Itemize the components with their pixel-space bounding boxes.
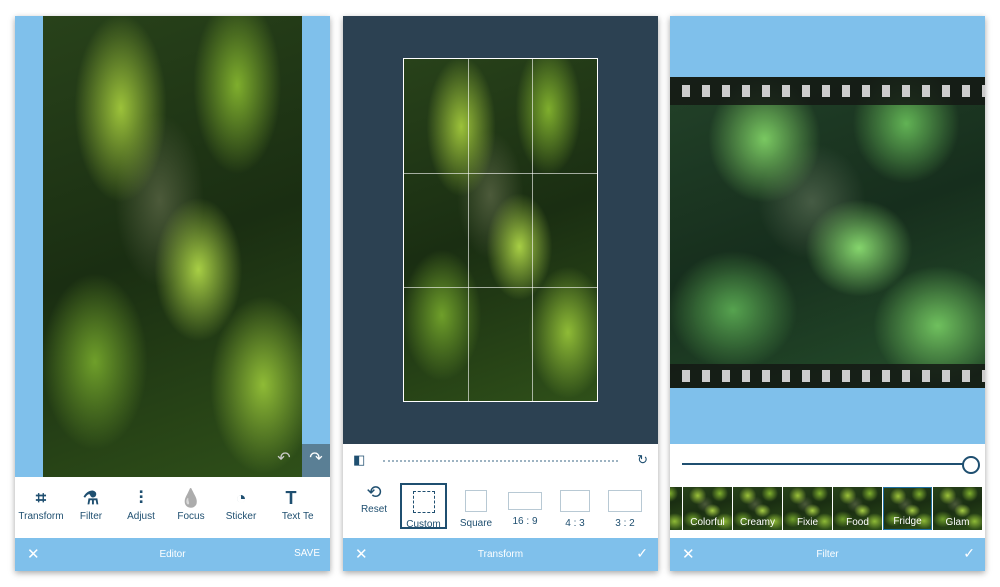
redo-icon[interactable]: ↷ [302,444,330,477]
film-strip-bottom [670,364,985,388]
tool-more[interactable]: Te [303,487,330,522]
filter-label: Colorful [690,517,725,528]
filter-label: Fixie [796,517,819,528]
confirm-icon[interactable]: ✓ [636,545,648,562]
reset-icon: ⟲ [366,482,382,502]
filter-label: Food [846,517,869,528]
ratio-label: Square [459,518,493,529]
filter-thumb[interactable]: Glam [933,487,982,530]
filter-label: Fridge [893,516,922,527]
slider-thumb[interactable] [962,456,980,474]
photo [43,16,302,477]
flip-icon[interactable]: ◧ [353,452,365,468]
editor-screen: ↷ ↶ ⌗ Transform ⚗ Filter ⫶ Adjust 💧 Focus ◔ S… [15,16,330,571]
filter-thumb[interactable]: c [670,487,682,530]
film-strip-top [670,77,985,105]
ratio-label: Custom [406,519,441,530]
transform-screen: ◧ ↻ ⟲ Reset Custom Square 16 : 9 4 : 3 3 … [343,16,658,571]
tool-bar: ⌗ Transform ⚗ Filter ⫶ Adjust 💧 Focus ◔ Stick… [15,477,330,538]
undo-icon[interactable]: ↶ [270,444,298,477]
photo [670,77,985,388]
bottom-bar: ✕ Editor SAVE [15,538,330,571]
filter-label: Glam [945,517,970,528]
filter-screen: c Colorful Creamy Fixie Food Fridge Glam ✕ Fil… [670,16,985,571]
reset-button[interactable]: ⟲ Reset [355,482,393,515]
ratio-3-2[interactable]: 3 : 2 [606,490,644,529]
filter-thumb[interactable]: Creamy [733,487,782,530]
ratio-label: 16 : 9 [512,516,538,527]
ratio-square[interactable]: Square [456,490,496,529]
screen-title: Transform [477,549,524,560]
ratio-16-9[interactable]: 16 : 9 [506,492,544,527]
screen-title: Filter [816,549,839,560]
tool-label: Te [303,511,314,522]
intensity-slider[interactable] [682,463,970,465]
filter-controls: c Colorful Creamy Fixie Food Fridge Glam [670,444,985,538]
crop-frame[interactable] [403,58,598,402]
confirm-icon[interactable]: ✓ [963,545,975,562]
filter-thumb[interactable]: Fridge [883,487,932,530]
filter-thumb[interactable]: Food [833,487,882,530]
filter-label: c [670,517,682,528]
ratio-4-3[interactable]: 4 : 3 [556,490,594,529]
save-button[interactable]: SAVE [294,548,320,559]
ratio-custom[interactable]: Custom [400,483,447,530]
rotation-slider[interactable] [383,460,618,462]
bottom-bar: ✕ Filter ✓ [670,538,985,571]
filter-thumb[interactable]: Colorful [683,487,732,530]
filter-thumb[interactable]: Fixie [783,487,832,530]
ratio-label: Reset [360,504,388,515]
filter-label: Creamy [739,517,775,528]
transform-controls: ◧ ↻ ⟲ Reset Custom Square 16 : 9 4 : 3 3 … [343,444,658,538]
screen-title: Editor [159,549,186,560]
bottom-bar: ✕ Transform ✓ [343,538,658,571]
ratio-label: 4 : 3 [565,518,585,529]
ratio-label: 3 : 2 [615,518,635,529]
rotate-icon[interactable]: ↻ [637,452,648,468]
